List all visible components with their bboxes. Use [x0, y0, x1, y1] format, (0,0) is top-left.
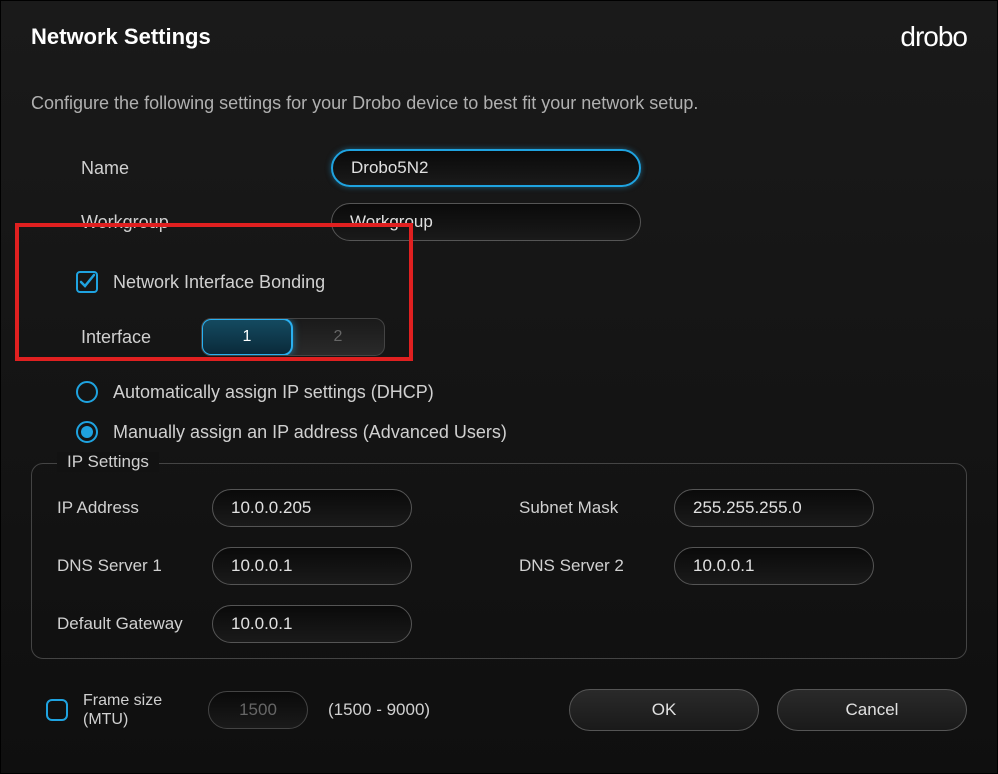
- workgroup-row: Workgroup: [31, 203, 967, 241]
- manual-label: Manually assign an IP address (Advanced …: [113, 422, 507, 443]
- page-title: Network Settings: [31, 24, 211, 50]
- mtu-label: Frame size (MTU): [83, 691, 173, 729]
- footer-row: Frame size (MTU) (1500 - 9000) OK Cancel: [31, 689, 967, 731]
- name-label: Name: [81, 158, 331, 179]
- manual-radio-row: Manually assign an IP address (Advanced …: [31, 421, 967, 443]
- name-row: Name: [31, 149, 967, 187]
- description-text: Configure the following settings for you…: [31, 93, 967, 114]
- bonding-checkbox[interactable]: [76, 271, 98, 293]
- mtu-label-line1: Frame size: [83, 692, 162, 709]
- subnet-mask-item: Subnet Mask: [519, 489, 941, 527]
- cancel-button[interactable]: Cancel: [777, 689, 967, 731]
- gateway-item: Default Gateway: [57, 605, 479, 643]
- workgroup-input[interactable]: [331, 203, 641, 241]
- gateway-input[interactable]: [212, 605, 412, 643]
- ip-address-label: IP Address: [57, 498, 212, 518]
- ip-settings-legend: IP Settings: [57, 452, 159, 472]
- mtu-range-text: (1500 - 9000): [328, 700, 430, 720]
- ok-button[interactable]: OK: [569, 689, 759, 731]
- subnet-mask-label: Subnet Mask: [519, 498, 674, 518]
- gateway-label: Default Gateway: [57, 614, 212, 634]
- mtu-input[interactable]: [208, 691, 308, 729]
- interface-row: Interface 1 2: [31, 318, 967, 356]
- name-input[interactable]: [331, 149, 641, 187]
- checkmark-icon: [78, 273, 96, 291]
- dns1-label: DNS Server 1: [57, 556, 212, 576]
- ip-address-item: IP Address: [57, 489, 479, 527]
- network-settings-window: Network Settings drobo Configure the fol…: [0, 0, 998, 774]
- dns1-item: DNS Server 1: [57, 547, 479, 585]
- mtu-checkbox[interactable]: [46, 699, 68, 721]
- workgroup-label: Workgroup: [81, 212, 331, 233]
- drobo-logo: drobo: [900, 21, 967, 53]
- interface-option-1[interactable]: 1: [201, 318, 293, 356]
- bonding-label: Network Interface Bonding: [113, 272, 325, 293]
- interface-segmented-control: 1 2: [201, 318, 385, 356]
- subnet-mask-input[interactable]: [674, 489, 874, 527]
- dhcp-radio[interactable]: [76, 381, 98, 403]
- dns2-item: DNS Server 2: [519, 547, 941, 585]
- ip-address-input[interactable]: [212, 489, 412, 527]
- header: Network Settings drobo: [31, 21, 967, 53]
- dns2-label: DNS Server 2: [519, 556, 674, 576]
- manual-radio[interactable]: [76, 421, 98, 443]
- ip-settings-fieldset: IP Settings IP Address Subnet Mask DNS S…: [31, 463, 967, 659]
- interface-label: Interface: [81, 327, 201, 348]
- ip-settings-grid: IP Address Subnet Mask DNS Server 1 DNS …: [57, 489, 941, 643]
- dns1-input[interactable]: [212, 547, 412, 585]
- interface-option-2[interactable]: 2: [292, 319, 384, 355]
- dhcp-radio-row: Automatically assign IP settings (DHCP): [31, 381, 967, 403]
- dns2-input[interactable]: [674, 547, 874, 585]
- dhcp-label: Automatically assign IP settings (DHCP): [113, 382, 434, 403]
- bonding-row: Network Interface Bonding: [31, 271, 967, 293]
- mtu-label-line2: (MTU): [83, 711, 128, 728]
